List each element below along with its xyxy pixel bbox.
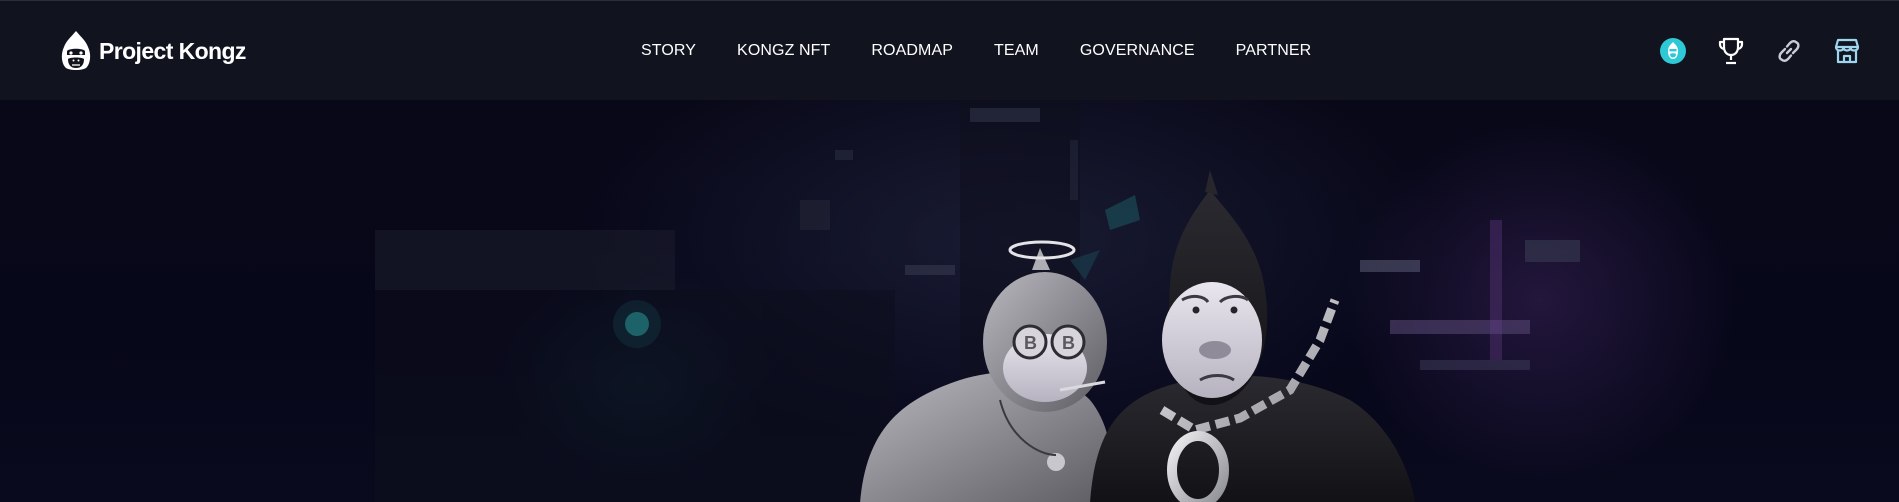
top-navbar: Project Kongz STORY KONGZ NFT ROADMAP TE…: [0, 1, 1899, 100]
store-icon[interactable]: [1830, 34, 1864, 68]
trophy-icon[interactable]: [1714, 34, 1748, 68]
nav-icon-group: [0, 34, 1899, 68]
kongz-token-icon[interactable]: [1656, 34, 1690, 68]
hero-illustration: B B: [375, 100, 1580, 502]
svg-text:B: B: [1024, 333, 1037, 353]
page: Project Kongz STORY KONGZ NFT ROADMAP TE…: [0, 0, 1899, 502]
hero-section: B B: [0, 100, 1899, 502]
svg-text:B: B: [1062, 333, 1075, 353]
link-icon[interactable]: [1772, 34, 1806, 68]
